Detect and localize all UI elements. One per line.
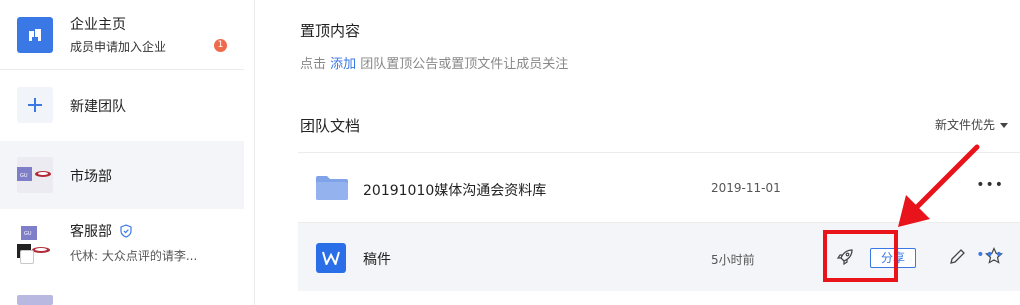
sidebar-item-enterprise[interactable]: 企业主页 成员申请加入企业 1 [0, 0, 244, 69]
team-name: 市场部 [70, 169, 112, 185]
annotation-arrow [898, 144, 980, 227]
docs-title: 团队文档 [300, 117, 361, 135]
pinned-hint-prefix: 点击 [300, 57, 331, 72]
svg-text:GU: GU [20, 173, 28, 179]
file-name: 稿件 [363, 252, 391, 268]
folder-icon [316, 176, 348, 200]
annotation-highlight-box [823, 230, 898, 282]
team-avatar [17, 295, 53, 305]
team-name: 客服部 [70, 221, 133, 242]
caret-down-icon [1000, 123, 1009, 128]
shield-icon [120, 224, 133, 242]
new-team-label: 新建团队 [70, 99, 126, 115]
building-icon [17, 17, 53, 53]
file-date: 2019-11-01 [711, 181, 781, 195]
edit-icon[interactable] [948, 248, 966, 270]
more-icon[interactable]: ••• [976, 247, 1004, 263]
file-name: 20191010媒体沟通会资料库 [363, 183, 547, 199]
pinned-hint: 点击 添加 团队置顶公告或置顶文件让成员关注 [300, 53, 568, 72]
pinned-title: 置顶内容 [300, 22, 361, 40]
team-name-text: 客服部 [70, 224, 112, 240]
notification-badge: 1 [214, 39, 227, 52]
sort-dropdown[interactable]: 新文件优先 [935, 116, 1009, 133]
sidebar-item-new-team[interactable]: 新建团队 [0, 70, 244, 138]
file-date: 5小时前 [711, 253, 755, 267]
enterprise-title: 企业主页 [70, 17, 126, 33]
sort-label: 新文件优先 [935, 118, 996, 132]
add-pinned-link[interactable]: 添加 [330, 57, 356, 72]
sidebar-item-team-service[interactable]: GU 客服部 代林: 大众点评的请李... [0, 210, 244, 278]
team-avatar: GU [17, 157, 53, 193]
row-checkbox[interactable] [20, 250, 34, 264]
enterprise-subtitle: 成员申请加入企业 [70, 40, 167, 54]
plus-icon [17, 87, 53, 123]
svg-text:GU: GU [24, 231, 32, 237]
pinned-hint-suffix: 团队置顶公告或置顶文件让成员关注 [356, 57, 569, 72]
sidebar: 企业主页 成员申请加入企业 1 新建团队 GU 市场部 GU 客服部 代林: 大… [0, 0, 255, 305]
word-doc-icon [316, 243, 346, 273]
team-last-message: 代林: 大众点评的请李... [70, 249, 198, 263]
sidebar-item-team-market[interactable]: GU 市场部 [0, 141, 244, 209]
